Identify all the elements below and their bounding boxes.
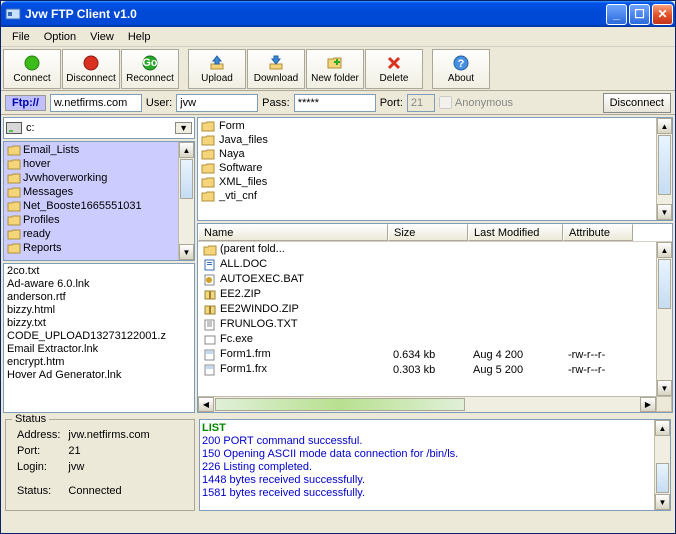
file-item[interactable]: Email Extractor.lnk <box>5 343 193 356</box>
file-item[interactable]: bizzy.txt <box>5 317 193 330</box>
user-label: User: <box>146 97 172 109</box>
col-modified[interactable]: Last Modified <box>468 224 563 241</box>
titlebar[interactable]: Jvw FTP Client v1.0 _ ☐ ✕ <box>1 1 675 27</box>
app-window: Jvw FTP Client v1.0 _ ☐ ✕ File Option Vi… <box>0 0 676 534</box>
menu-file[interactable]: File <box>5 29 37 45</box>
file-item[interactable]: Hover Ad Generator.lnk <box>5 369 193 382</box>
menu-view[interactable]: View <box>83 29 121 45</box>
folder-item[interactable]: Profiles <box>5 213 193 227</box>
drive-selector[interactable]: c: ▼ <box>3 117 195 139</box>
disconnect-bar-button[interactable]: Disconnect <box>603 93 671 113</box>
folder-item[interactable]: Java_files <box>199 133 671 147</box>
about-button[interactable]: ?About <box>432 49 490 89</box>
log-line: 200 PORT command successful. <box>202 435 668 448</box>
scrollbar-vertical[interactable]: ▲▼ <box>656 118 672 220</box>
pass-label: Pass: <box>262 97 290 109</box>
anonymous-checkbox[interactable]: Anonymous <box>439 96 513 109</box>
folder-item[interactable]: Email_Lists <box>5 143 193 157</box>
ftp-protocol-label: Ftp:// <box>5 95 46 111</box>
table-row[interactable]: Form1.frm0.634 kbAug 4 200-rw-r--r- <box>198 347 672 362</box>
file-item[interactable]: encrypt.htm <box>5 356 193 369</box>
table-row[interactable]: EE2.ZIP <box>198 287 672 302</box>
file-item[interactable]: bizzy.html <box>5 304 193 317</box>
menu-help[interactable]: Help <box>121 29 158 45</box>
drive-icon <box>6 122 22 134</box>
scrollbar-vertical[interactable]: ▲▼ <box>178 142 194 260</box>
file-item[interactable]: anderson.rtf <box>5 291 193 304</box>
pass-input[interactable] <box>294 94 376 112</box>
file-item[interactable]: 2co.txt <box>5 265 193 278</box>
folder-item[interactable]: Reports <box>5 241 193 255</box>
toolbar: Connect Disconnect GoReconnect Upload Do… <box>1 47 675 91</box>
remote-folder-list[interactable]: FormJava_filesNayaSoftwareXML_files_vti_… <box>197 117 673 221</box>
table-row[interactable]: (parent fold... <box>198 242 672 257</box>
table-row[interactable]: EE2WINDO.ZIP <box>198 302 672 317</box>
disconnect-button[interactable]: Disconnect <box>62 49 120 89</box>
folder-item[interactable]: hover <box>5 157 193 171</box>
col-name[interactable]: Name <box>198 224 388 241</box>
window-title: Jvw FTP Client v1.0 <box>25 7 606 21</box>
local-file-list[interactable]: 2co.txtAd-aware 6.0.lnkanderson.rtfbizzy… <box>3 263 195 413</box>
file-item[interactable]: Ad-aware 6.0.lnk <box>5 278 193 291</box>
grid-header[interactable]: Name Size Last Modified Attribute <box>198 224 672 242</box>
menu-option[interactable]: Option <box>37 29 83 45</box>
svg-text:?: ? <box>458 58 465 70</box>
reconnect-button[interactable]: GoReconnect <box>121 49 179 89</box>
table-row[interactable]: Fc.exe <box>198 332 672 347</box>
connection-bar: Ftp:// User: Pass: Port: Anonymous Disco… <box>1 91 675 115</box>
table-row[interactable]: Form1.frx0.303 kbAug 5 200-rw-r--r- <box>198 362 672 377</box>
svg-text:Go: Go <box>142 57 158 69</box>
table-row[interactable]: ALL.DOC <box>198 257 672 272</box>
host-input[interactable] <box>50 94 142 112</box>
newfolder-button[interactable]: New folder <box>306 49 364 89</box>
folder-item[interactable]: Naya <box>199 147 671 161</box>
table-row[interactable]: FRUNLOG.TXT <box>198 317 672 332</box>
folder-item[interactable]: Software <box>199 161 671 175</box>
download-button[interactable]: Download <box>247 49 305 89</box>
status-panel: Status Address:jvw.netfirms.com Port:21 … <box>5 419 195 511</box>
remote-file-grid[interactable]: Name Size Last Modified Attribute (paren… <box>197 223 673 413</box>
table-row[interactable]: AUTOEXEC.BAT <box>198 272 672 287</box>
upload-button[interactable]: Upload <box>188 49 246 89</box>
log-line: 226 Listing completed. <box>202 461 668 474</box>
local-folder-list[interactable]: Email_ListshoverJvwhoverworkingMessagesN… <box>3 141 195 261</box>
col-size[interactable]: Size <box>388 224 468 241</box>
menubar: File Option View Help <box>1 27 675 47</box>
app-icon <box>5 6 21 22</box>
log-line: 1581 bytes received successfully. <box>202 487 668 500</box>
file-item[interactable]: CODE_UPLOAD13273122001.z <box>5 330 193 343</box>
drive-label: c: <box>26 122 35 134</box>
folder-item[interactable]: _vti_cnf <box>199 189 671 203</box>
log-panel[interactable]: LIST200 PORT command successful.150 Open… <box>199 419 671 511</box>
folder-item[interactable]: ready <box>5 227 193 241</box>
port-label: Port: <box>380 97 403 109</box>
port-input[interactable] <box>407 94 435 112</box>
folder-item[interactable]: XML_files <box>199 175 671 189</box>
folder-item[interactable]: Form <box>199 119 671 133</box>
connect-button[interactable]: Connect <box>3 49 61 89</box>
log-line: 150 Opening ASCII mode data connection f… <box>202 448 668 461</box>
minimize-button[interactable]: _ <box>606 4 627 25</box>
scrollbar-horizontal[interactable]: ◀▶ <box>198 396 656 412</box>
folder-item[interactable]: Messages <box>5 185 193 199</box>
maximize-button[interactable]: ☐ <box>629 4 650 25</box>
delete-button[interactable]: Delete <box>365 49 423 89</box>
folder-item[interactable]: Net_Booste1665551031 <box>5 199 193 213</box>
user-input[interactable] <box>176 94 258 112</box>
close-button[interactable]: ✕ <box>652 4 673 25</box>
folder-item[interactable]: Jvwhoverworking <box>5 171 193 185</box>
scrollbar-vertical[interactable]: ▲▼ <box>656 242 672 396</box>
chevron-down-icon[interactable]: ▼ <box>175 122 192 134</box>
log-line: LIST <box>202 422 668 435</box>
col-attribute[interactable]: Attribute <box>563 224 633 241</box>
status-legend: Status <box>12 413 49 425</box>
scrollbar-vertical[interactable]: ▲▼ <box>654 420 670 510</box>
log-line: 1448 bytes received successfully. <box>202 474 668 487</box>
